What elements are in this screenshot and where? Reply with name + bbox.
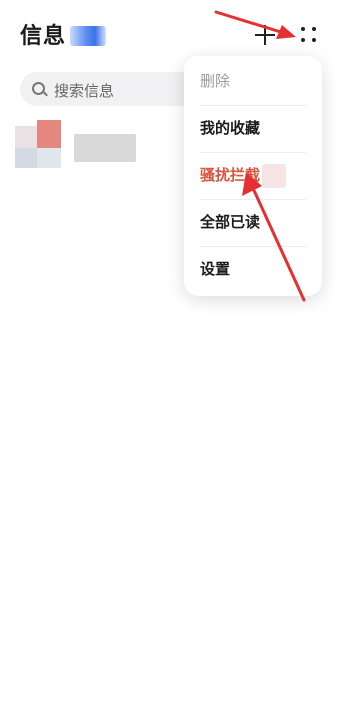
menu-separator <box>200 105 306 106</box>
more-dot <box>301 27 305 31</box>
menu-separator <box>200 152 306 153</box>
avatar-blur-block <box>15 126 37 150</box>
plus-icon[interactable] <box>255 25 275 45</box>
menu-item-favorites[interactable]: 我的收藏 <box>200 118 306 138</box>
avatar[interactable] <box>15 120 61 168</box>
menu-item-mark-all-read[interactable]: 全部已读 <box>200 212 306 232</box>
conversation-name-redacted[interactable] <box>74 134 136 162</box>
more-dot <box>312 38 316 42</box>
more-dot <box>312 27 316 31</box>
page-title: 信息 <box>20 24 67 49</box>
menu-item-spam-block[interactable]: 骚扰拦截 <box>200 165 306 185</box>
more-dot <box>301 38 305 42</box>
search-icon <box>32 82 45 95</box>
menu-item-delete[interactable]: 删除 <box>200 71 306 91</box>
menu-item-settings[interactable]: 设置 <box>200 259 306 279</box>
title-redacted-blur <box>70 26 106 46</box>
dropdown-menu: 删除 我的收藏 骚扰拦截 全部已读 设置 <box>184 56 322 296</box>
avatar-blur-block <box>15 148 37 168</box>
avatar-blur-block <box>37 148 61 168</box>
avatar-blur-block <box>37 120 61 148</box>
more-dots-icon[interactable] <box>300 26 318 44</box>
menu-separator <box>200 246 306 247</box>
menu-separator <box>200 199 306 200</box>
search-placeholder: 搜索信息 <box>54 82 115 100</box>
menu-item-badge-blur <box>262 164 286 188</box>
